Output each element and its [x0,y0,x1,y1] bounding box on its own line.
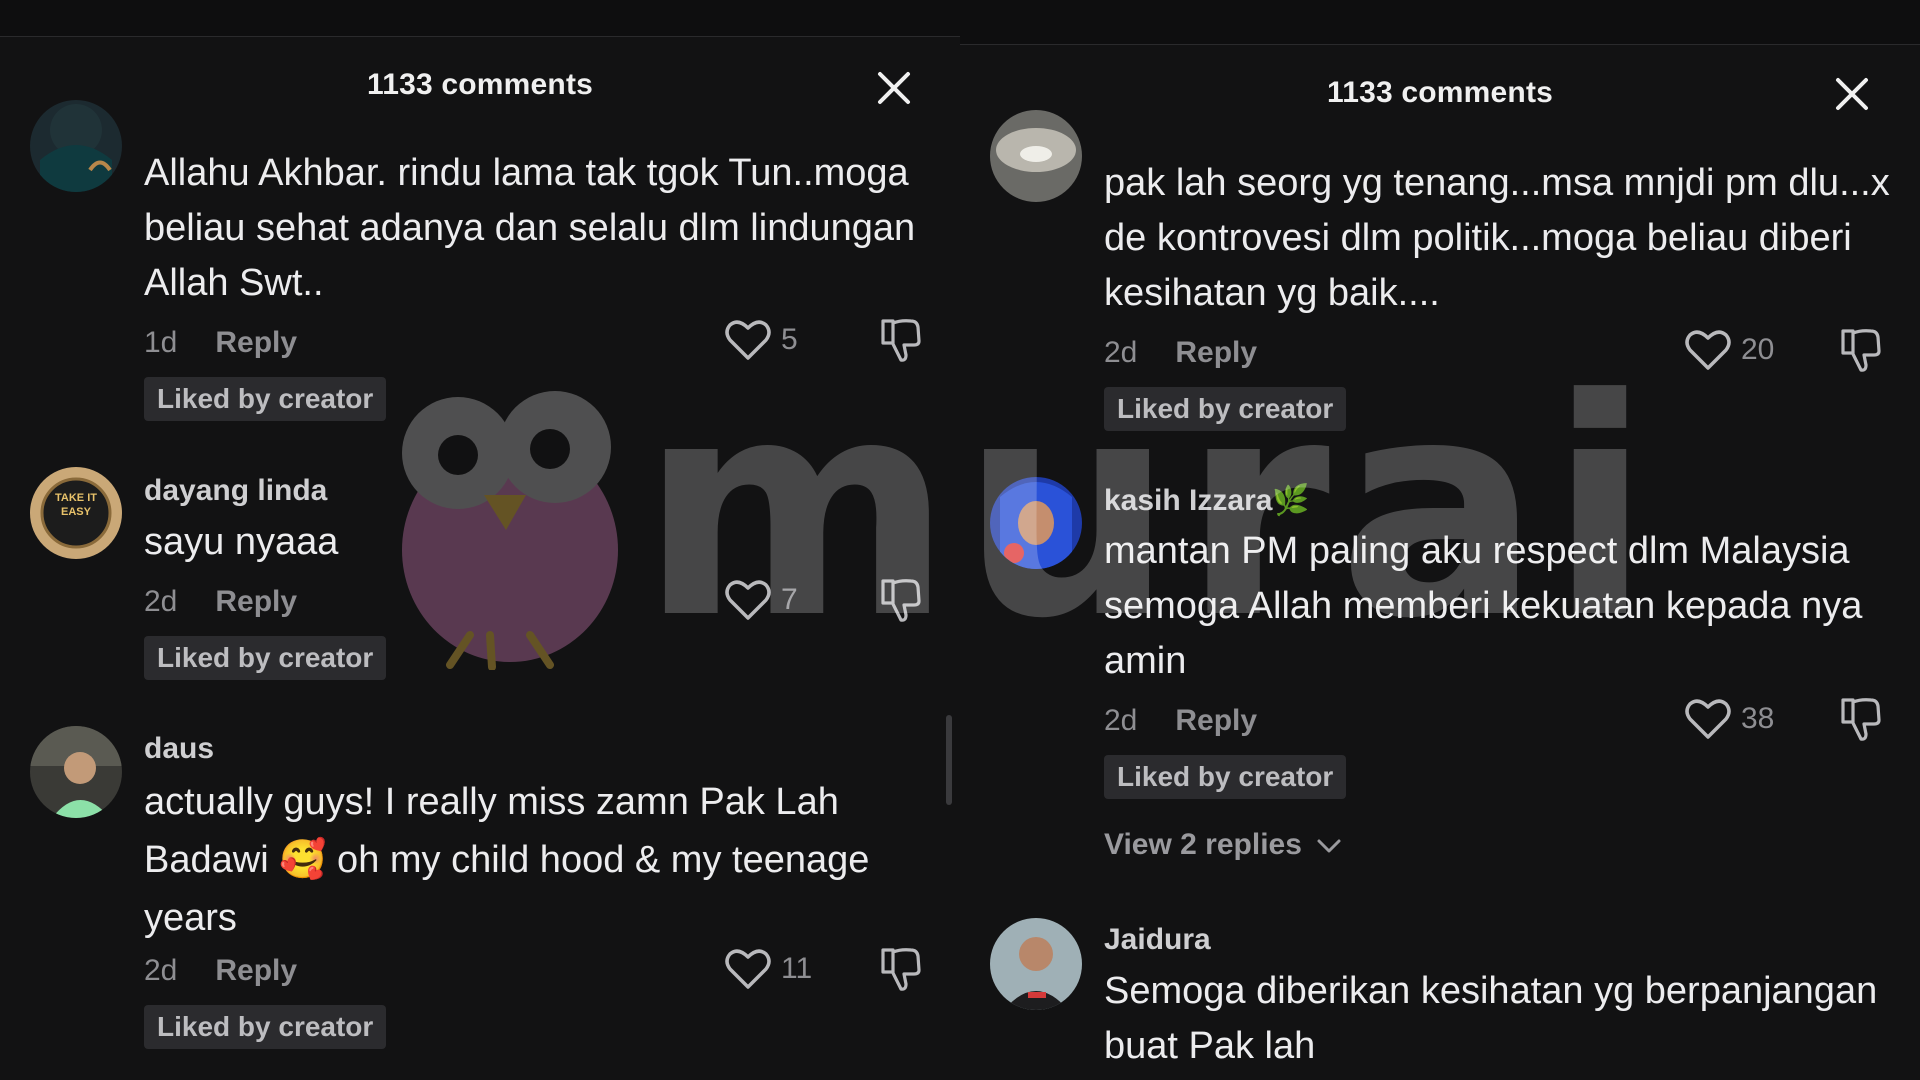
like-count: 11 [781,952,813,985]
comment-time: 2d [144,585,178,618]
username[interactable]: dayang linda [144,474,327,508]
like-count: 5 [781,323,798,356]
username[interactable]: kasih Izzara🌿 [1104,483,1310,518]
comments-count-title: 1133 comments [1326,76,1554,109]
comments-panel-left: 1133 comments Allahu Akhbar. rindu lama … [0,0,960,1080]
comment-text: Semoga diberikan kesihatan yg berpanjang… [1104,970,1878,1067]
avatar[interactable] [30,726,122,818]
username[interactable]: Jaidura [1104,923,1211,957]
divider [960,44,1920,45]
view-replies-button[interactable]: View 2 replies [1104,828,1342,862]
avatar-text: TAKE IT EASY [55,492,97,518]
reply-button[interactable]: Reply [215,954,297,987]
scrollbar[interactable] [946,715,952,805]
heart-outline-icon [725,320,771,360]
like-count: 20 [1741,333,1775,366]
chevron-down-icon [1317,839,1341,853]
like-button[interactable]: 38 [1685,698,1774,740]
comment-text: sayu nyaaa [144,521,339,563]
heart-outline-icon [725,580,771,620]
like-button[interactable]: 11 [725,948,812,990]
comment-meta: 1d Reply [144,326,297,360]
avatar[interactable] [990,918,1082,1010]
reply-button[interactable]: Reply [1175,336,1257,369]
liked-by-creator-badge: Liked by creator [1104,755,1347,799]
liked-by-creator-badge: Liked by creator [144,636,387,680]
thumbs-down-icon[interactable] [877,317,923,363]
reply-button[interactable]: Reply [1175,704,1257,737]
like-count: 38 [1741,702,1775,735]
username[interactable]: daus [144,732,214,766]
close-icon[interactable] [874,68,914,108]
heart-outline-icon [1685,330,1731,370]
thumbs-down-icon[interactable] [1837,327,1883,373]
liked-by-creator-badge: Liked by creator [1104,387,1347,431]
avatar[interactable] [990,477,1082,569]
like-button[interactable]: 5 [725,319,798,361]
close-icon[interactable] [1832,74,1872,114]
thumbs-down-icon[interactable] [1837,696,1883,742]
comment-text: pak lah seorg yg tenang...msa mnjdi pm d… [1104,162,1890,314]
reply-button[interactable]: Reply [215,326,297,359]
like-button[interactable]: 7 [725,579,798,621]
comment-text: mantan PM paling aku respect dlm Malaysi… [1104,530,1863,682]
top-strip [960,0,1920,44]
thumbs-down-icon[interactable] [877,577,923,623]
like-button[interactable]: 20 [1685,329,1774,371]
avatar[interactable] [990,110,1082,202]
avatar[interactable]: TAKE IT EASY [30,467,122,559]
comment-meta: 2d Reply [1104,704,1257,738]
avatar[interactable] [30,100,122,192]
comment-meta: 2d Reply [1104,336,1257,370]
comment-time: 2d [1104,704,1138,737]
comment-time: 2d [144,954,178,987]
comments-panel-right: 1133 comments pak lah seorg yg tenang...… [960,0,1920,1080]
top-strip [0,0,960,36]
heart-outline-icon [1685,699,1731,739]
comment-text: Allahu Akhbar. rindu lama tak tgok Tun..… [144,152,916,304]
comment-text: actually guys! I really miss zamn Pak La… [144,781,870,939]
heart-outline-icon [725,949,771,989]
divider [0,36,960,37]
comment-time: 2d [1104,336,1138,369]
reply-button[interactable]: Reply [215,585,297,618]
comment-meta: 2d Reply [144,585,297,619]
comments-count-title: 1133 comments [366,68,594,101]
thumbs-down-icon[interactable] [877,946,923,992]
comment-meta: 2d Reply [144,954,297,988]
liked-by-creator-badge: Liked by creator [144,1005,387,1049]
comment-time: 1d [144,326,178,359]
like-count: 7 [781,583,798,616]
liked-by-creator-badge: Liked by creator [144,377,387,421]
view-replies-label: View 2 replies [1104,828,1302,861]
